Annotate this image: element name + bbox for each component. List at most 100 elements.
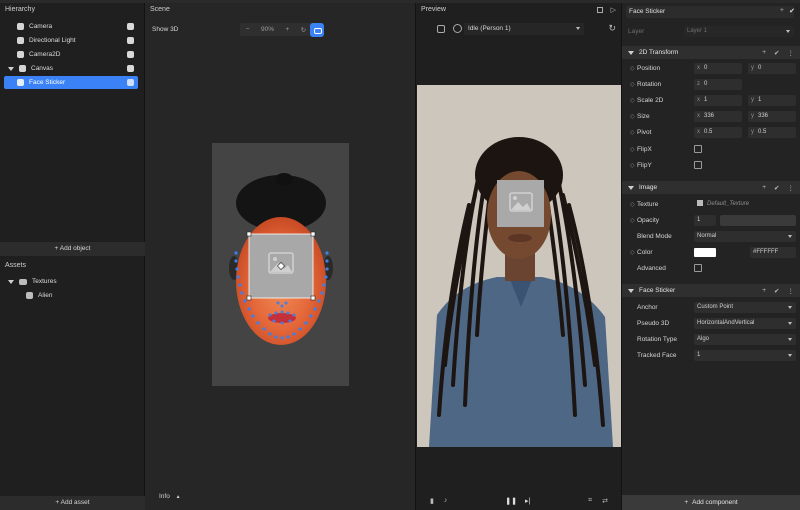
scene-panel: Scene Show 3D − 90% + ↻ Info ▲ — [145, 3, 416, 510]
blend-mode-select[interactable]: Normal — [694, 231, 796, 242]
layers-icon[interactable] — [437, 25, 445, 33]
advanced-checkbox[interactable] — [694, 264, 702, 272]
visibility-checkbox[interactable] — [127, 79, 134, 86]
scale-x-field[interactable]: x1 — [694, 95, 742, 106]
info-toggle[interactable]: Info ▲ — [159, 493, 181, 500]
hierarchy-item-canvas[interactable]: Canvas — [4, 62, 138, 75]
preview-title: Preview — [421, 6, 446, 13]
rotation-type-select[interactable]: Algo — [694, 334, 796, 345]
anchor-row: Anchor Custom Point — [622, 301, 800, 314]
assets-folder-textures[interactable]: Textures — [4, 275, 138, 288]
preview-playback-bar: ▮ ♪ ❚❚ ▸| ⌗ ⇄ — [416, 492, 622, 510]
camera-icon — [17, 51, 24, 58]
bookmark-icon[interactable]: ▮ — [430, 497, 434, 505]
flipy-checkbox[interactable] — [694, 161, 702, 169]
layer-select[interactable]: Layer 1 — [684, 26, 794, 37]
section-face-sticker[interactable]: Face Sticker + ✔ ⋮ — [622, 284, 800, 297]
preview-video-select[interactable]: Idle (Person 1) — [464, 23, 584, 35]
flipx-row: ◇ FlipX — [622, 143, 800, 156]
visibility-checkbox[interactable] — [127, 65, 134, 72]
size-x-field[interactable]: x 336 — [694, 111, 742, 122]
view-3d-toggle[interactable] — [310, 23, 324, 37]
hierarchy-item-directional-light[interactable]: Directional Light — [4, 34, 138, 47]
popout-icon[interactable] — [597, 7, 603, 13]
more-icon[interactable]: ⋮ — [788, 184, 795, 192]
camera-icon — [17, 23, 24, 30]
visibility-checkbox[interactable] — [127, 37, 134, 44]
light-icon — [17, 37, 24, 44]
preview-video[interactable] — [417, 85, 621, 447]
preview-person-render — [417, 85, 621, 447]
tiktok-icon[interactable]: ♪ — [444, 497, 448, 505]
section-image[interactable]: Image + ✔ ⋮ — [622, 181, 800, 194]
check-icon[interactable]: ✔ — [774, 49, 779, 57]
zoom-in-button[interactable]: + — [286, 26, 290, 33]
more-icon[interactable]: ⋮ — [788, 49, 795, 57]
hierarchy-panel: Hierarchy Camera Directional Light Camer… — [0, 3, 145, 510]
pivot-row: ◇ Pivot x 0.5 y 0.5 — [622, 126, 800, 139]
show-3d-label[interactable]: Show 3D — [152, 26, 178, 33]
add-asset-button[interactable]: + Add asset — [0, 496, 145, 510]
next-icon[interactable]: ▸| — [525, 497, 530, 505]
chevron-down-icon[interactable] — [628, 288, 634, 293]
position-row: ◇ Position x0 y0 — [622, 62, 800, 75]
swap-icon[interactable]: ⇄ — [602, 497, 608, 505]
chevron-down-icon[interactable] — [8, 279, 14, 284]
add-icon[interactable]: + — [762, 184, 766, 192]
add-object-button[interactable]: + Add object — [0, 242, 145, 256]
add-component-button[interactable]: + Add component — [622, 495, 800, 510]
check-icon[interactable]: ✔ — [789, 7, 795, 15]
hierarchy-item-camera2d[interactable]: Camera2D — [4, 48, 138, 61]
more-icon[interactable]: ⋮ — [788, 287, 795, 295]
crop-icon[interactable]: ⌗ — [588, 497, 592, 505]
position-x-field[interactable]: x0 — [694, 63, 742, 74]
chevron-down-icon[interactable] — [8, 66, 14, 71]
color-row: ◇ Color #FFFFFF — [622, 246, 800, 259]
add-icon: + — [684, 499, 689, 506]
clock-icon[interactable] — [453, 24, 462, 33]
rotation-row: ◇ Rotation z0 — [622, 78, 800, 91]
opacity-slider[interactable] — [720, 215, 796, 226]
size-y-field[interactable]: y 336 — [748, 111, 796, 122]
pivot-x-field[interactable]: x 0.5 — [694, 127, 742, 138]
scene-face-render — [229, 173, 333, 345]
zoom-out-button[interactable]: − — [246, 26, 250, 33]
add-icon[interactable]: + — [762, 49, 766, 57]
pause-icon[interactable]: ❚❚ — [505, 497, 517, 505]
pseudo-3d-select[interactable]: HorizontalAndVertical — [694, 318, 796, 329]
refresh-icon[interactable]: ↻ — [608, 23, 616, 34]
position-y-field[interactable]: y0 — [748, 63, 796, 74]
anchor-select[interactable]: Custom Point — [694, 302, 796, 313]
chevron-down-icon[interactable] — [628, 185, 634, 190]
opacity-field[interactable]: 1 — [694, 215, 716, 226]
chevron-down-icon[interactable] — [628, 50, 634, 55]
play-icon[interactable]: ▷ — [611, 6, 616, 14]
opacity-row: ◇ Opacity 1 — [622, 214, 800, 227]
asset-item-alien[interactable]: Alien — [4, 289, 138, 302]
color-swatch[interactable] — [694, 248, 716, 257]
check-icon[interactable]: ✔ — [774, 184, 779, 192]
scale-y-field[interactable]: y1 — [748, 95, 796, 106]
assets-title: Assets — [5, 262, 27, 269]
size-row: ◇ Size x 336 y 336 — [622, 110, 800, 123]
scene-canvas[interactable] — [212, 143, 349, 386]
section-2d-transform[interactable]: 2D Transform + ✔ ⋮ — [622, 46, 800, 59]
sticker-icon — [17, 79, 24, 86]
rotation-z-field[interactable]: z0 — [694, 79, 742, 90]
advanced-row: Advanced — [622, 262, 800, 275]
flipx-checkbox[interactable] — [694, 145, 702, 153]
folder-icon — [19, 278, 27, 285]
object-name-field[interactable]: Face Sticker — [626, 6, 794, 18]
pivot-y-field[interactable]: y 0.5 — [748, 127, 796, 138]
hierarchy-item-camera[interactable]: Camera — [4, 20, 138, 33]
color-hex-field[interactable]: #FFFFFF — [750, 247, 796, 258]
tracked-face-select[interactable]: 1 — [694, 350, 796, 361]
visibility-checkbox[interactable] — [127, 51, 134, 58]
add-icon[interactable]: + — [780, 7, 784, 14]
add-icon[interactable]: + — [762, 287, 766, 295]
check-icon[interactable]: ✔ — [774, 287, 779, 295]
texture-field[interactable]: Default_Texture — [694, 199, 794, 210]
hierarchy-item-face-sticker[interactable]: Face Sticker — [4, 76, 138, 89]
visibility-checkbox[interactable] — [127, 23, 134, 30]
reset-zoom-icon[interactable]: ↻ — [301, 26, 306, 34]
